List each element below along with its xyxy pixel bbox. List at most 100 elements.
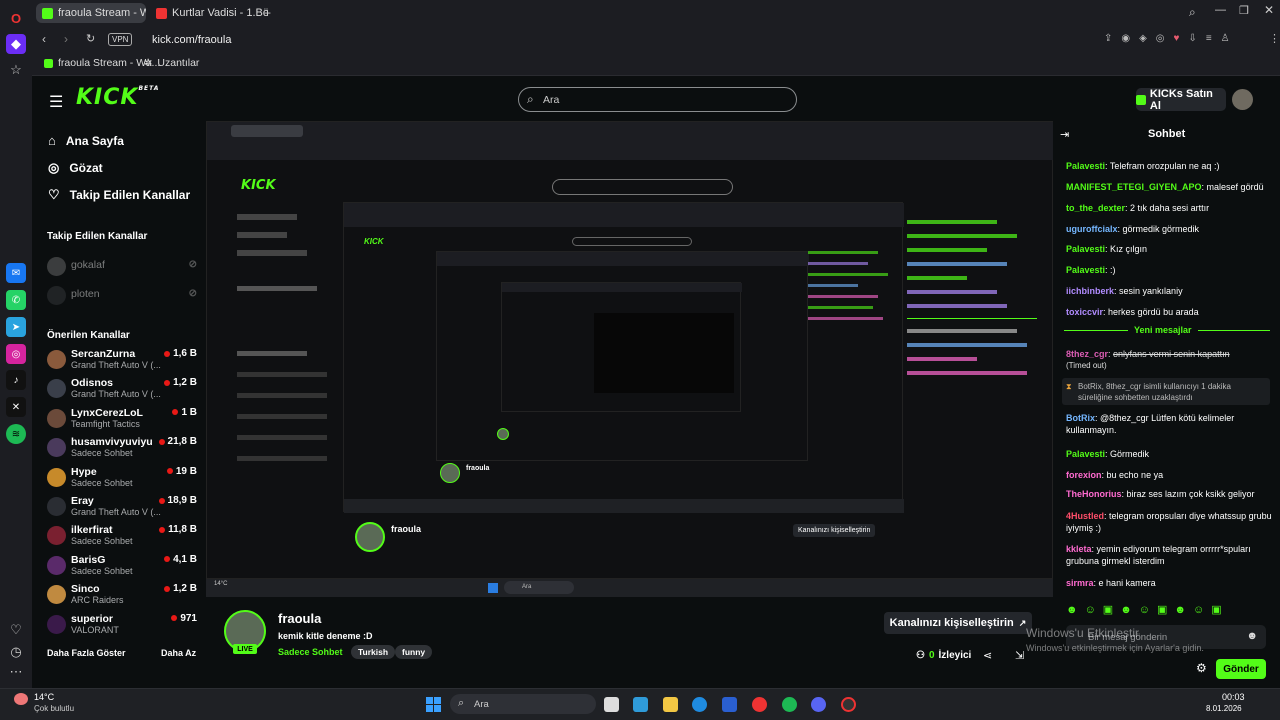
followed-channel[interactable]: ploten ⊘ (47, 284, 197, 312)
chat-message[interactable]: Palavesti: :) (1066, 264, 1272, 276)
tab-fraoula[interactable]: fraoula Stream - Watch L (36, 3, 146, 23)
kick-logo[interactable]: KICKBETA (76, 85, 159, 110)
heart-icon[interactable]: ♡ (6, 620, 26, 640)
new-tab-icon[interactable]: + (264, 6, 271, 20)
tab-kurtlar-vadisi[interactable]: Kurtlar Vadisi - 1.Bölüm / (150, 3, 268, 23)
chat-message[interactable]: kkleta: yemin ediyorum telegram orrrrr*s… (1066, 543, 1272, 567)
speed-dial-icon[interactable]: ☆ (6, 60, 26, 80)
file-explorer-icon[interactable] (663, 697, 678, 712)
store-icon[interactable] (722, 697, 737, 712)
telegram-icon[interactable]: ➤ (6, 317, 26, 337)
chat-message[interactable]: Palavesti: Görmedik (1066, 448, 1272, 460)
recommended-channel[interactable]: LynxCerezLoL Teamfight Tactics 1 B (47, 407, 197, 435)
spotify-icon[interactable] (782, 697, 797, 712)
followed-channel[interactable]: gokalaf ⊘ (47, 255, 197, 283)
stream-category[interactable]: Sadece Sohbet (278, 647, 343, 657)
recommended-channel[interactable]: Odisnos Grand Theft Auto V (... 1,2 B (47, 377, 197, 405)
chat-message[interactable]: Palavesti: Telefram orozpulan ne aq :) (1066, 160, 1272, 172)
back-icon[interactable]: ‹ (42, 32, 46, 46)
recommended-channel[interactable]: Sinco ARC Raiders 1,2 B (47, 583, 197, 611)
chat-message[interactable]: TheHonorius: biraz ses lazım çok ksikk g… (1066, 488, 1272, 500)
taskbar-time[interactable]: 00:03 (1222, 692, 1245, 702)
nav-home[interactable]: ⌂ Ana Sayfa (48, 133, 124, 148)
more-icon[interactable]: ⋯ (6, 662, 26, 682)
recommended-channel[interactable]: Eray Grand Theft Auto V (... 18,9 B (47, 495, 197, 523)
customize-channel-button[interactable]: Kanalınızı kişiselleştirin ↗ (884, 612, 1032, 634)
edge-icon[interactable] (692, 697, 707, 712)
recommended-channel[interactable]: superior VALORANT 971 (47, 613, 197, 641)
show-more-link[interactable]: Daha Fazla Göster (47, 648, 126, 658)
bookmark-extensions[interactable]: ✲ Uzantılar (144, 57, 199, 69)
chat-message[interactable]: sirmra: e hani kamera (1066, 577, 1272, 589)
search-tabs-icon[interactable]: ⌕ (1189, 5, 1196, 20)
viewer-count: 1,2 B (164, 377, 197, 388)
minimize-icon[interactable]: — (1215, 4, 1226, 16)
weather-icon[interactable] (14, 693, 28, 705)
streamer-name[interactable]: fraoula (278, 611, 321, 626)
tiktok-icon[interactable]: ♪ (6, 370, 26, 390)
share-icon[interactable]: ⋖ (983, 649, 992, 662)
start-icon[interactable] (426, 697, 441, 712)
chat-message[interactable]: uguroffcialx: görmedik görmedik (1066, 223, 1272, 235)
nav-following[interactable]: ♡ Takip Edilen Kanallar (48, 187, 190, 203)
emote-bar[interactable]: ☻☺▣☻☺▣☻☺▣ (1066, 603, 1229, 616)
nav-browse[interactable]: ◎ Gözat (48, 160, 103, 176)
channel-category: Grand Theft Auto V (... (71, 360, 161, 370)
spotify-icon[interactable]: ≋ (6, 424, 26, 444)
recommended-channel[interactable]: Hype Sadece Sohbet 19 B (47, 466, 197, 494)
send-button[interactable]: Gönder (1216, 659, 1266, 679)
x-icon[interactable]: ✕ (6, 397, 26, 417)
chat-message-timed-out[interactable]: 8thez_cgr: onlyfans vermi senin kapattın… (1066, 348, 1272, 372)
discord-icon[interactable] (811, 697, 826, 712)
chat-message[interactable]: Palavesti: Kız çılgın (1066, 243, 1272, 255)
theater-mode-icon[interactable]: ⇲ (1015, 649, 1024, 662)
channel-category: Teamfight Tactics (71, 418, 140, 429)
collapse-chat-icon[interactable]: ⇥ (1060, 128, 1069, 141)
chat-message[interactable]: 4Hustled: telegram oropsuları diye whats… (1066, 510, 1272, 534)
bookmark-fraoula[interactable]: fraoula Stream - Wa... (44, 57, 160, 69)
tag-funny[interactable]: funny (395, 645, 433, 659)
aria-icon[interactable]: ◆ (6, 34, 26, 54)
reload-icon[interactable]: ↻ (86, 32, 95, 45)
task-view-icon[interactable] (604, 697, 619, 712)
chat-message[interactable]: forexion: bu echo ne ya (1066, 469, 1272, 481)
close-window-icon[interactable]: ✕ (1264, 3, 1274, 17)
taskbar-date[interactable]: 8.01.2026 (1206, 704, 1242, 713)
menu-icon[interactable]: ⋮ (1269, 32, 1280, 45)
video-player[interactable]: KICK KICK fraoula fraoula Kanalınızı kiş… (206, 121, 1053, 597)
toolbar-icons[interactable]: ⇪◉◈◎♥⇩≡♙ (1104, 33, 1239, 44)
chat-message[interactable]: iichbinberk: sesin yankılaniy (1066, 285, 1272, 297)
recommended-channel[interactable]: BarisG Sadece Sohbet 4,1 B (47, 554, 197, 582)
chat-message[interactable]: to_the_dexter: 2 tık daha sesi arttır (1066, 202, 1272, 214)
recommended-channel[interactable]: SercanZurna Grand Theft Auto V (... 1,6 B (47, 348, 197, 376)
chat-message[interactable]: BotRix: @8thez_cgr Lütfen kötü kelimeler… (1066, 412, 1272, 436)
opera-icon[interactable] (752, 697, 767, 712)
search-input[interactable]: ⌕ Ara (518, 87, 797, 112)
chat-message[interactable]: toxiccvir: herkes gördü bu arada (1066, 306, 1272, 318)
show-less-link[interactable]: Daha Az (161, 648, 196, 658)
opera-logo-icon[interactable]: O (6, 8, 26, 28)
recommended-channel[interactable]: husamvivyuviyu Sadece Sohbet 21,8 B (47, 436, 197, 464)
url-field[interactable]: kick.com/fraoula (152, 34, 231, 46)
weather-temp[interactable]: 14°C (34, 692, 54, 702)
avatar (47, 408, 66, 428)
forward-icon[interactable]: › (64, 32, 68, 46)
recommended-channel[interactable]: ilkerfirat Sadece Sohbet 11,8 B (47, 524, 197, 552)
whatsapp-icon[interactable]: ✆ (6, 290, 26, 310)
tag-turkish[interactable]: Turkish (351, 645, 396, 659)
clock-icon[interactable]: ◷ (6, 642, 26, 662)
obs-icon[interactable] (841, 697, 856, 712)
instagram-icon[interactable]: ◎ (6, 344, 26, 364)
messenger-icon[interactable]: ✉ (6, 263, 26, 283)
buy-kicks-button[interactable]: KICKs Satın Al (1136, 88, 1226, 112)
chat-message[interactable]: MANIFEST_ETEGI_GIYEN_APO: malesef gördü (1066, 181, 1272, 193)
stream-title: kemik kitle deneme :D (278, 631, 373, 641)
emoji-icon[interactable]: ☻ (1246, 630, 1258, 642)
restore-icon[interactable]: ❐ (1239, 4, 1249, 17)
chat-settings-icon[interactable]: ⚙ (1196, 661, 1207, 675)
user-avatar[interactable] (1232, 89, 1253, 110)
vpn-badge[interactable]: VPN (108, 33, 133, 46)
hamburger-menu-icon[interactable]: ☰ (49, 92, 63, 112)
taskbar-search[interactable]: ⌕ Ara (450, 694, 596, 714)
widgets-icon[interactable] (633, 697, 648, 712)
